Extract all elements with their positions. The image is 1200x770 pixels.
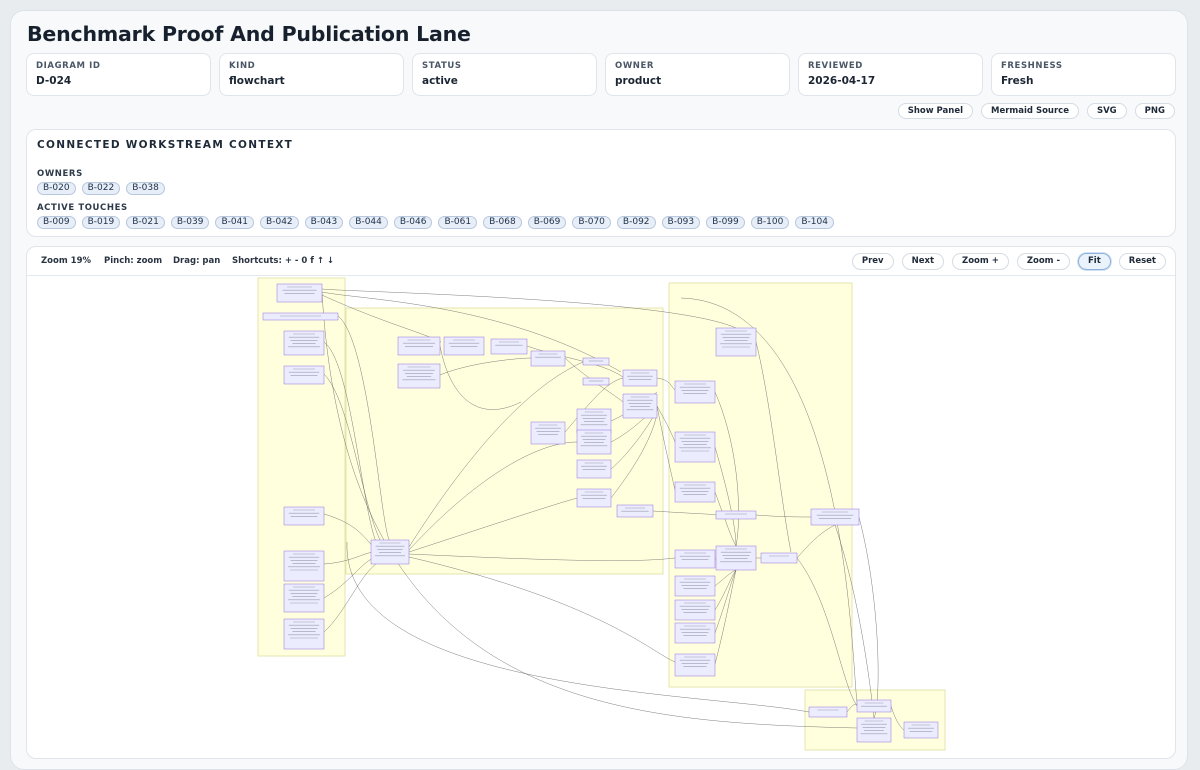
- flowchart-node: [576, 408, 612, 434]
- next-button[interactable]: Next: [901, 253, 945, 270]
- touch-tag[interactable]: B-093: [661, 216, 701, 229]
- show-panel-button[interactable]: Show Panel: [897, 103, 973, 119]
- meta-card-diagram-id: DIAGRAM ID D-024: [26, 53, 211, 96]
- flowchart-node: [715, 510, 757, 520]
- flowchart-node: [622, 393, 658, 419]
- touch-tag[interactable]: B-100: [750, 216, 790, 229]
- meta-key: OWNER: [615, 61, 655, 71]
- flowchart-node: [397, 363, 441, 389]
- svg-export-button[interactable]: SVG: [1086, 103, 1127, 119]
- flowchart-node: [715, 327, 757, 357]
- viewer-controls: Prev Next Zoom + Zoom - Fit Reset: [851, 253, 1166, 270]
- active-touches-label: ACTIVE TOUCHES: [37, 203, 128, 213]
- png-export-button[interactable]: PNG: [1134, 103, 1175, 119]
- diagram-viewer: Zoom 19% Pinch: zoom Drag: pan Shortcuts…: [26, 246, 1176, 759]
- flowchart-canvas[interactable]: [27, 277, 1176, 759]
- owner-tag[interactable]: B-022: [81, 182, 121, 195]
- meta-value: flowchart: [229, 75, 285, 87]
- meta-value: active: [422, 75, 458, 87]
- touch-tag[interactable]: B-042: [260, 216, 299, 229]
- flowchart-node: [283, 618, 325, 650]
- flowchart-node: [582, 357, 610, 366]
- meta-key: STATUS: [422, 61, 462, 71]
- flowchart-node: [370, 539, 410, 565]
- flowchart-node: [856, 717, 892, 743]
- flowchart-node: [903, 721, 939, 739]
- viewer-toolbar: Zoom 19% Pinch: zoom Drag: pan Shortcuts…: [27, 247, 1175, 276]
- meta-value: Fresh: [1001, 75, 1034, 87]
- touch-tag[interactable]: B-104: [795, 216, 834, 229]
- owner-tag[interactable]: B-038: [126, 182, 165, 195]
- flowchart-node: [808, 706, 848, 718]
- meta-key: FRESHNESS: [1001, 61, 1063, 71]
- flowchart-node: [530, 350, 566, 367]
- touch-tag[interactable]: B-044: [349, 216, 388, 229]
- zoom-level: Zoom 19%: [41, 256, 92, 266]
- meta-card-freshness: FRESHNESS Fresh: [991, 53, 1176, 96]
- touch-tag[interactable]: B-070: [572, 216, 611, 229]
- page: Benchmark Proof And Publication Lane DIA…: [10, 10, 1188, 770]
- meta-key: KIND: [229, 61, 256, 71]
- flowchart-edge: [858, 516, 879, 719]
- drag-hint: Drag: pan: [173, 256, 221, 266]
- touch-tag[interactable]: B-068: [483, 216, 522, 229]
- owner-tags: B-020 B-022 B-038: [37, 182, 165, 195]
- touch-tag[interactable]: B-069: [527, 216, 567, 229]
- touch-tag[interactable]: B-061: [438, 216, 478, 229]
- flowchart-node: [262, 312, 339, 321]
- flowchart-node: [283, 550, 325, 582]
- prev-button[interactable]: Prev: [851, 253, 894, 270]
- context-title: CONNECTED WORKSTREAM CONTEXT: [37, 139, 294, 151]
- pinch-hint: Pinch: zoom: [104, 256, 163, 266]
- meta-card-kind: KIND flowchart: [219, 53, 404, 96]
- shortcuts-hint: Shortcuts: + - 0 f ↑ ↓: [232, 256, 335, 266]
- meta-value: product: [615, 75, 662, 87]
- reset-button[interactable]: Reset: [1118, 253, 1166, 270]
- metadata-cards: DIAGRAM ID D-024 KIND flowchart STATUS a…: [26, 53, 1176, 96]
- touch-tag[interactable]: B-041: [215, 216, 255, 229]
- touch-tag[interactable]: B-019: [81, 216, 121, 229]
- flowchart-node: [490, 338, 528, 355]
- zoom-in-button[interactable]: Zoom +: [952, 253, 1009, 270]
- meta-value: D-024: [36, 75, 72, 87]
- touch-tag[interactable]: B-021: [126, 216, 165, 229]
- touch-tag[interactable]: B-099: [706, 216, 745, 229]
- flowchart-node: [622, 369, 658, 387]
- workstream-context-panel: CONNECTED WORKSTREAM CONTEXT OWNERS B-02…: [26, 129, 1176, 237]
- flowchart-node: [810, 508, 860, 526]
- touch-tag[interactable]: B-009: [37, 216, 76, 229]
- fit-button[interactable]: Fit: [1078, 253, 1111, 270]
- touch-tag[interactable]: B-043: [304, 216, 344, 229]
- meta-value: 2026-04-17: [808, 75, 876, 87]
- owners-label: OWNERS: [37, 169, 83, 179]
- page-title: Benchmark Proof And Publication Lane: [27, 22, 471, 46]
- zoom-out-button[interactable]: Zoom -: [1016, 253, 1070, 270]
- active-touch-tags: B-009 B-019 B-021 B-039 B-041 B-042 B-043 B-044…: [37, 216, 834, 229]
- owner-tag[interactable]: B-020: [37, 182, 76, 195]
- flowchart-node: [283, 583, 325, 613]
- meta-key: REVIEWED: [808, 61, 863, 71]
- meta-card-reviewed: REVIEWED 2026-04-17: [798, 53, 983, 96]
- flowchart-node: [715, 545, 757, 571]
- touch-tag[interactable]: B-039: [170, 216, 210, 229]
- flowchart-node: [674, 431, 716, 463]
- touch-tag[interactable]: B-046: [393, 216, 433, 229]
- mermaid-source-button[interactable]: Mermaid Source: [981, 103, 1079, 119]
- flowchart-node: [582, 377, 610, 386]
- flowchart-node: [760, 552, 798, 564]
- meta-card-owner: OWNER product: [605, 53, 790, 96]
- flowchart-node: [283, 330, 325, 356]
- meta-key: DIAGRAM ID: [36, 61, 101, 71]
- diagram-actions: Show Panel Mermaid Source SVG PNG: [897, 103, 1175, 119]
- touch-tag[interactable]: B-092: [616, 216, 656, 229]
- flowchart-node: [576, 429, 612, 455]
- meta-card-status: STATUS active: [412, 53, 597, 96]
